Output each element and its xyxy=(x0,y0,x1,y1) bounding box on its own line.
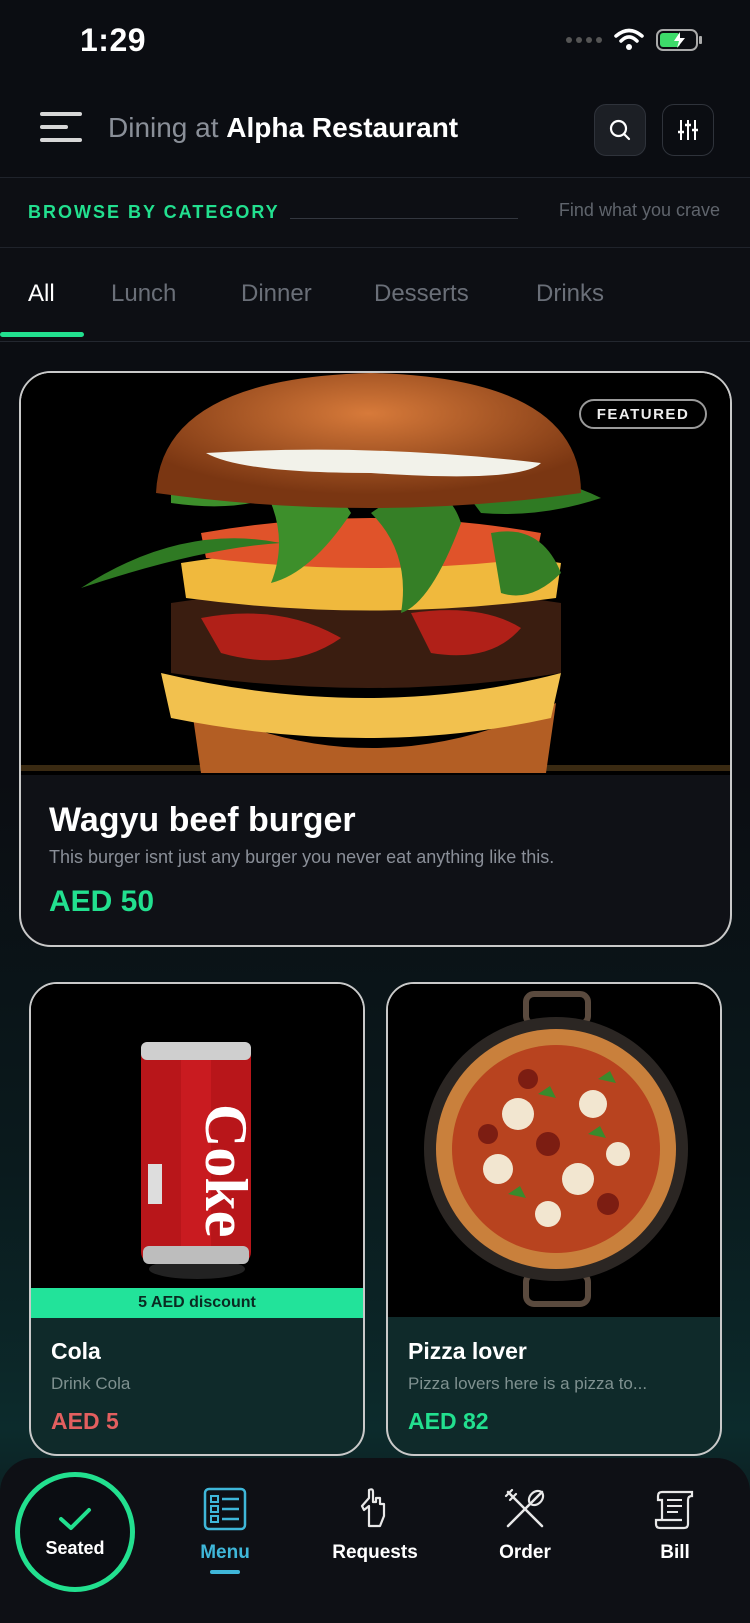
product-card-cola[interactable]: Coke 5 AED discount Cola Drink Cola AED … xyxy=(29,982,365,1456)
nav-order[interactable]: Order xyxy=(465,1486,585,1564)
signal-icon xyxy=(566,37,602,43)
featured-item-card[interactable]: FEATURED Wagyu beef burger This burger i… xyxy=(19,371,732,947)
browse-label: BROWSE BY CATEGORY xyxy=(28,202,280,222)
product-description: Pizza lovers here is a pizza to... xyxy=(408,1374,648,1393)
sliders-icon xyxy=(678,120,698,140)
product-price: AED 82 xyxy=(408,1408,489,1434)
product-price: AED 5 xyxy=(51,1408,119,1434)
status-time: 1:29 xyxy=(80,22,147,58)
tab-lunch[interactable]: Lunch xyxy=(111,280,176,308)
featured-title: Wagyu beef burger xyxy=(49,801,356,839)
search-button[interactable] xyxy=(594,104,646,156)
product-description: Drink Cola xyxy=(51,1374,131,1393)
divider xyxy=(290,218,518,219)
tab-all[interactable]: All xyxy=(28,280,55,308)
search-icon xyxy=(609,119,631,141)
dining-prefix: Dining at xyxy=(108,112,219,143)
nav-menu[interactable]: Menu xyxy=(165,1486,285,1574)
tab-drinks[interactable]: Drinks xyxy=(536,280,604,308)
active-nav-indicator xyxy=(210,1570,240,1574)
filter-button[interactable] xyxy=(662,104,714,156)
check-icon xyxy=(59,1507,91,1530)
pizza-image xyxy=(388,984,720,1317)
menu-list-icon xyxy=(203,1487,247,1531)
browse-section: BROWSE BY CATEGORY Find what you crave xyxy=(0,178,750,248)
cola-image: Coke xyxy=(31,984,363,1317)
active-tab-indicator xyxy=(0,332,84,337)
battery-icon xyxy=(656,29,702,51)
product-name: Pizza lover xyxy=(408,1338,527,1364)
nav-label: Bill xyxy=(660,1542,690,1563)
nav-label: Order xyxy=(499,1542,551,1563)
tab-desserts[interactable]: Desserts xyxy=(374,280,469,308)
featured-badge: FEATURED xyxy=(579,399,707,429)
app-header: Dining at Alpha Restaurant xyxy=(0,86,750,178)
bottom-navigation: Seated Menu Requests Order Bill xyxy=(0,1458,750,1623)
nav-label: Menu xyxy=(200,1542,250,1563)
nav-bill[interactable]: Bill xyxy=(615,1486,735,1564)
restaurant-name: Alpha Restaurant xyxy=(226,112,459,143)
hamburger-menu-icon[interactable] xyxy=(40,112,82,146)
product-card-pizza[interactable]: Pizza lover Pizza lovers here is a pizza… xyxy=(386,982,722,1456)
nav-requests[interactable]: Requests xyxy=(315,1486,435,1564)
tab-dinner[interactable]: Dinner xyxy=(241,280,312,308)
seated-label: Seated xyxy=(45,1537,105,1558)
discount-badge: 5 AED discount xyxy=(31,1288,363,1318)
featured-price: AED 50 xyxy=(49,885,155,918)
product-name: Cola xyxy=(51,1338,101,1364)
featured-description: This burger isnt just any burger you nev… xyxy=(49,847,555,867)
seated-button[interactable]: Seated xyxy=(15,1472,135,1592)
nav-label: Requests xyxy=(332,1542,418,1563)
wifi-icon xyxy=(614,28,644,50)
coke-logo: Coke xyxy=(193,1104,259,1237)
receipt-icon xyxy=(654,1490,694,1530)
category-tabs: All Lunch Dinner Desserts Drinks xyxy=(0,248,750,342)
dining-title: Dining at Alpha Restaurant xyxy=(108,112,458,144)
browse-hint: Find what you crave xyxy=(558,200,720,220)
status-icons xyxy=(566,28,704,52)
utensils-icon xyxy=(504,1488,545,1528)
status-bar: 1:29 xyxy=(0,0,750,86)
hand-icon xyxy=(360,1488,386,1528)
burger-image: FEATURED xyxy=(21,373,730,775)
